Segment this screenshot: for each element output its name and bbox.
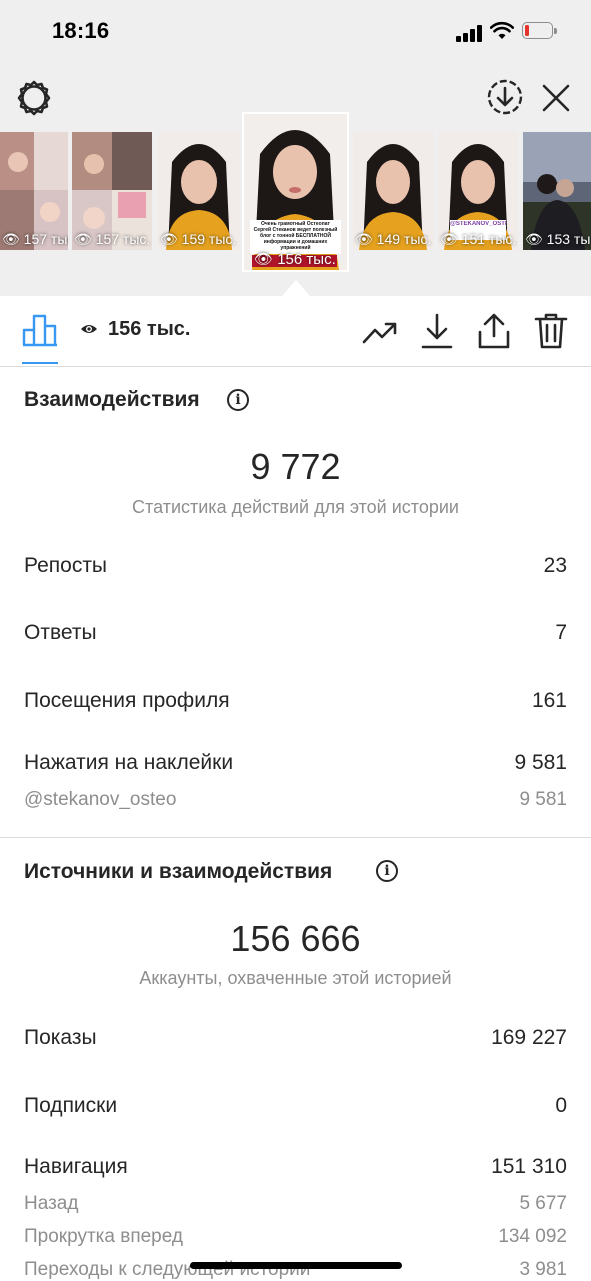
home-indicator[interactable]	[190, 1262, 402, 1269]
stat-label: Прокрутка вперед	[24, 1226, 183, 1247]
stat-label: Репосты	[24, 554, 108, 577]
interactions-title: Взаимодействия	[24, 388, 200, 411]
stat-row-follows: Подписки 0	[24, 1094, 567, 1118]
discovery-total: 156 666	[230, 918, 361, 959]
story-views-label: 👁 157 тыс.	[2, 231, 68, 247]
stat-value: 169 227	[491, 1026, 567, 1049]
download-icon[interactable]	[420, 312, 454, 350]
stat-label: @stekanov_osteo	[24, 789, 177, 810]
stat-row-navigation: Навигация 151 310	[24, 1155, 567, 1179]
stat-value: 151 310	[491, 1155, 567, 1178]
discovery-title: Источники и взаимодействия	[24, 860, 333, 883]
stat-row-sticker-taps: Нажатия на наклейки 9 581	[24, 751, 567, 775]
stat-value: 161	[531, 689, 567, 712]
download-circle-icon[interactable]	[486, 78, 524, 116]
stat-row-replies: Ответы 7	[24, 621, 567, 645]
close-icon[interactable]	[540, 82, 572, 114]
story-thumbnail-strip[interactable]: 👁 157 тыс. 👁 157 тыс. 👁 159 тыс.	[0, 114, 591, 294]
stat-label: Показы	[24, 1026, 97, 1049]
stat-label: Ответы	[24, 621, 97, 644]
active-tab-indicator	[22, 362, 58, 364]
stat-row-profile-visits: Посещения профиля 161	[24, 689, 567, 713]
stat-subrow-back: Назад 5 677	[24, 1193, 567, 1215]
info-icon[interactable]: i	[376, 860, 398, 882]
story-thumbnail[interactable]: @STEKANOV_OSTEO 👁 151 тыс.	[438, 132, 518, 250]
trending-icon[interactable]	[362, 314, 398, 350]
stat-value: 9 581	[514, 751, 567, 774]
share-icon[interactable]	[476, 312, 512, 350]
story-views-label: 👁 157 тыс.	[74, 231, 151, 247]
stat-label: Подписки	[24, 1094, 118, 1117]
info-icon[interactable]: i	[227, 389, 249, 411]
wifi-icon	[490, 21, 514, 39]
stat-label: Навигация	[24, 1155, 128, 1178]
stat-value: 3 981	[519, 1259, 567, 1280]
settings-icon[interactable]	[14, 78, 54, 118]
eye-icon	[81, 325, 97, 333]
stat-value: 9 581	[519, 789, 567, 810]
story-views-label: 👁 159 тыс.	[160, 231, 237, 247]
story-thumbnail-selected[interactable]: Очень грамотный Остеопат Сергей Стеканов…	[244, 114, 347, 270]
trash-icon[interactable]	[534, 312, 568, 350]
story-thumbnail[interactable]: 👁 157 тыс.	[0, 132, 68, 250]
story-views-label: 👁 156 тыс.	[254, 251, 336, 268]
cellular-signal-icon	[456, 24, 484, 42]
stat-value: 0	[555, 1094, 567, 1117]
story-thumbnail[interactable]: 👁 149 тыс.	[353, 132, 433, 250]
battery-icon	[522, 22, 558, 41]
story-thumbnail[interactable]: 👁 157 тыс.	[72, 132, 152, 250]
interactions-total: 9 772	[250, 446, 341, 487]
stat-subrow-forward: Прокрутка вперед 134 092	[24, 1226, 567, 1248]
stat-label: Нажатия на наклейки	[24, 751, 234, 774]
stat-subrow-mention[interactable]: @stekanov_osteo 9 581	[24, 789, 567, 811]
insights-toolbar: 156 тыс.	[0, 296, 591, 367]
story-views-label: 👁 153 тыс.	[525, 231, 591, 247]
stat-row-shares: Репосты 23	[24, 554, 567, 578]
status-time: 18:16	[52, 18, 110, 43]
stat-value: 7	[555, 621, 567, 644]
stat-value: 23	[543, 554, 567, 577]
section-divider	[0, 837, 591, 838]
story-views-label: 👁 149 тыс.	[355, 231, 432, 247]
stat-value: 134 092	[498, 1226, 567, 1247]
interactions-subtitle: Статистика действий для этой истории	[132, 497, 459, 517]
stat-label: Назад	[24, 1193, 79, 1214]
stat-value: 5 677	[519, 1193, 567, 1214]
reach-count: 156 тыс.	[108, 318, 191, 340]
story-views-label: 👁 151 тыс.	[440, 231, 517, 247]
bar-chart-icon[interactable]	[22, 312, 58, 348]
stat-label: Посещения профиля	[24, 689, 230, 712]
status-bar: 18:16	[0, 0, 591, 66]
selected-story-pointer	[282, 280, 310, 296]
discovery-subtitle: Аккаунты, охваченные этой историей	[139, 968, 452, 988]
stat-row-impressions: Показы 169 227	[24, 1026, 567, 1050]
story-thumbnail[interactable]: 👁 159 тыс.	[158, 132, 240, 250]
story-caption: @STEKANOV_OSTEO	[450, 221, 506, 227]
story-thumbnail[interactable]: 👁 153 тыс.	[523, 132, 591, 250]
